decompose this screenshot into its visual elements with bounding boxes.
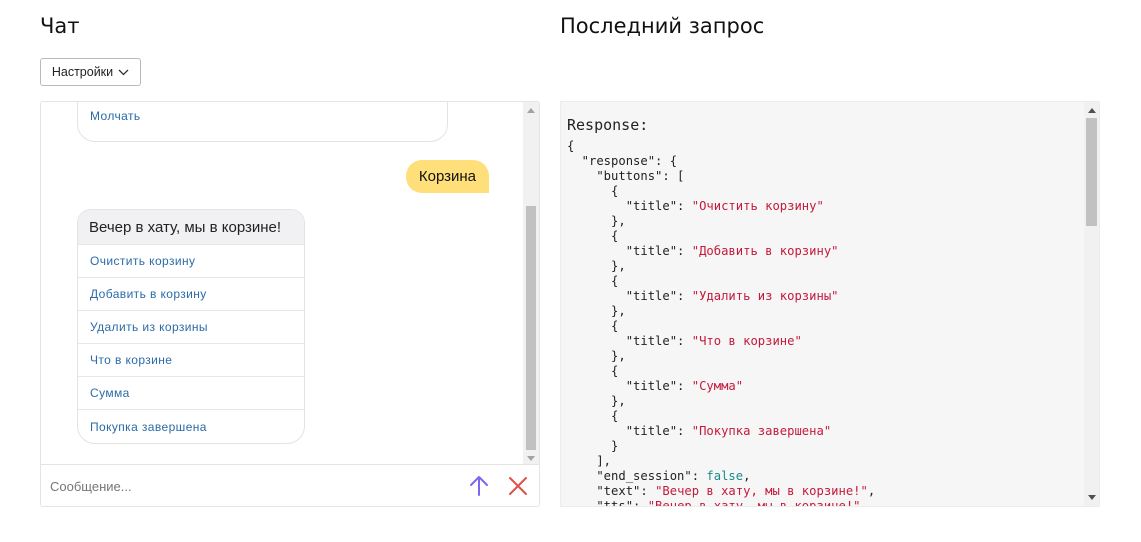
code-token: "response": { [567,154,678,168]
code-token: { [567,184,619,198]
code-string: "Удалить из корзины" [691,289,839,303]
code-line: { [567,184,1085,199]
code-token: { [567,139,575,153]
code-token: ], [567,454,612,468]
code-line: { [567,409,1085,424]
chevron-down-icon [118,69,129,75]
response-label: Response: [567,116,649,134]
send-arrow-icon[interactable] [468,474,490,498]
code-line: { [567,319,1085,334]
message-input[interactable] [50,473,450,499]
code-string: "Вечер в хату, мы в корзине!" [655,484,868,498]
json-code-block: { "response": { "buttons": [ { "title": … [567,139,1085,507]
quick-reply-button[interactable]: Что в корзине [78,344,304,377]
code-token: "buttons": [ [567,169,685,183]
code-token: { [567,409,619,423]
code-token: }, [567,394,626,408]
code-token: "title": [567,199,692,213]
code-line: { [567,364,1085,379]
code-line: { [567,274,1085,289]
code-line: { [567,229,1085,244]
chat-title: Чат [40,14,80,38]
code-token: "title": [567,424,692,438]
settings-dropdown[interactable]: Настройки [40,58,141,86]
quick-reply-button[interactable]: Удалить из корзины [78,311,304,344]
code-line: { [567,139,1085,154]
code-line: "tts": "Вечер в хату, мы в корзине!" [567,499,1085,507]
request-scrollbar[interactable] [1084,102,1099,506]
code-string: "Вечер в хату, мы в корзине!" [647,499,861,507]
settings-label: Настройки [51,65,114,79]
bot-message-text: Вечер в хату, мы в корзине! [78,210,304,245]
code-token: "end_session": [567,469,707,483]
quick-reply-button[interactable]: Покупка завершена [78,410,304,443]
code-token: } [567,439,619,453]
code-token: "title": [567,379,692,393]
code-token: "title": [567,289,692,303]
code-string: "Покупка завершена" [691,424,832,438]
quick-reply-button[interactable]: Очистить корзину [78,245,304,278]
request-panel: Response: { "response": { "buttons": [ {… [560,101,1100,507]
scroll-up-arrow-icon[interactable] [1088,108,1096,113]
scroll-up-arrow-icon[interactable] [527,108,535,113]
code-line: "text": "Вечер в хату, мы в корзине!", [567,484,1085,499]
code-line: ], [567,454,1085,469]
code-line: "end_session": false, [567,469,1085,484]
code-line: "title": "Добавить в корзину" [567,244,1085,259]
message-bar [41,464,539,506]
request-code: Response: { "response": { "buttons": [ {… [567,116,1085,507]
code-token: { [567,364,619,378]
code-line: }, [567,394,1085,409]
code-token: }, [567,304,626,318]
code-token: , [867,484,876,498]
code-line: }, [567,259,1085,274]
code-line: "title": "Удалить из корзины" [567,289,1085,304]
code-token: }, [567,214,626,228]
quick-reply-button[interactable]: Добавить в корзину [78,278,304,311]
code-line: "title": "Покупка завершена" [567,424,1085,439]
scroll-down-arrow-icon[interactable] [527,456,535,461]
code-token: { [567,319,619,333]
code-token: "text": [567,484,656,498]
code-string: "Что в корзине" [691,334,802,348]
code-token: { [567,229,619,243]
code-line: "title": "Что в корзине" [567,334,1085,349]
code-line: }, [567,214,1085,229]
code-line: "title": "Сумма" [567,379,1085,394]
chat-messages: Молчать Корзина Вечер в хату, мы в корзи… [41,102,525,466]
code-token: }, [567,259,626,273]
quick-reply-button[interactable]: Сумма [78,377,304,410]
bot-message-card: Вечер в хату, мы в корзине! Очистить кор… [77,209,305,444]
last-request-title: Последний запрос [560,14,765,38]
previous-bot-card: Молчать [77,102,448,142]
clear-close-icon[interactable] [507,475,529,497]
chat-panel: Молчать Корзина Вечер в хату, мы в корзи… [40,101,540,507]
code-token: "title": [567,244,692,258]
code-string: "Добавить в корзину" [691,244,839,258]
code-token: "title": [567,334,692,348]
code-token: "tts": [567,499,648,507]
code-line: "buttons": [ [567,169,1085,184]
code-token: { [567,274,619,288]
code-line: }, [567,304,1085,319]
code-line: "title": "Очистить корзину" [567,199,1085,214]
code-string: "Сумма" [691,379,744,393]
code-string: "Очистить корзину" [691,199,824,213]
scroll-down-arrow-icon[interactable] [1088,495,1096,500]
code-line: "response": { [567,154,1085,169]
scroll-thumb[interactable] [526,206,536,450]
user-message-bubble: Корзина [405,160,489,193]
code-line: }, [567,349,1085,364]
chat-scrollbar[interactable] [523,102,539,466]
scroll-thumb[interactable] [1086,118,1097,226]
code-token: }, [567,349,626,363]
quick-reply-button[interactable]: Молчать [90,109,141,123]
code-line: } [567,439,1085,454]
code-literal: false [706,469,744,483]
code-token: , [743,469,751,483]
